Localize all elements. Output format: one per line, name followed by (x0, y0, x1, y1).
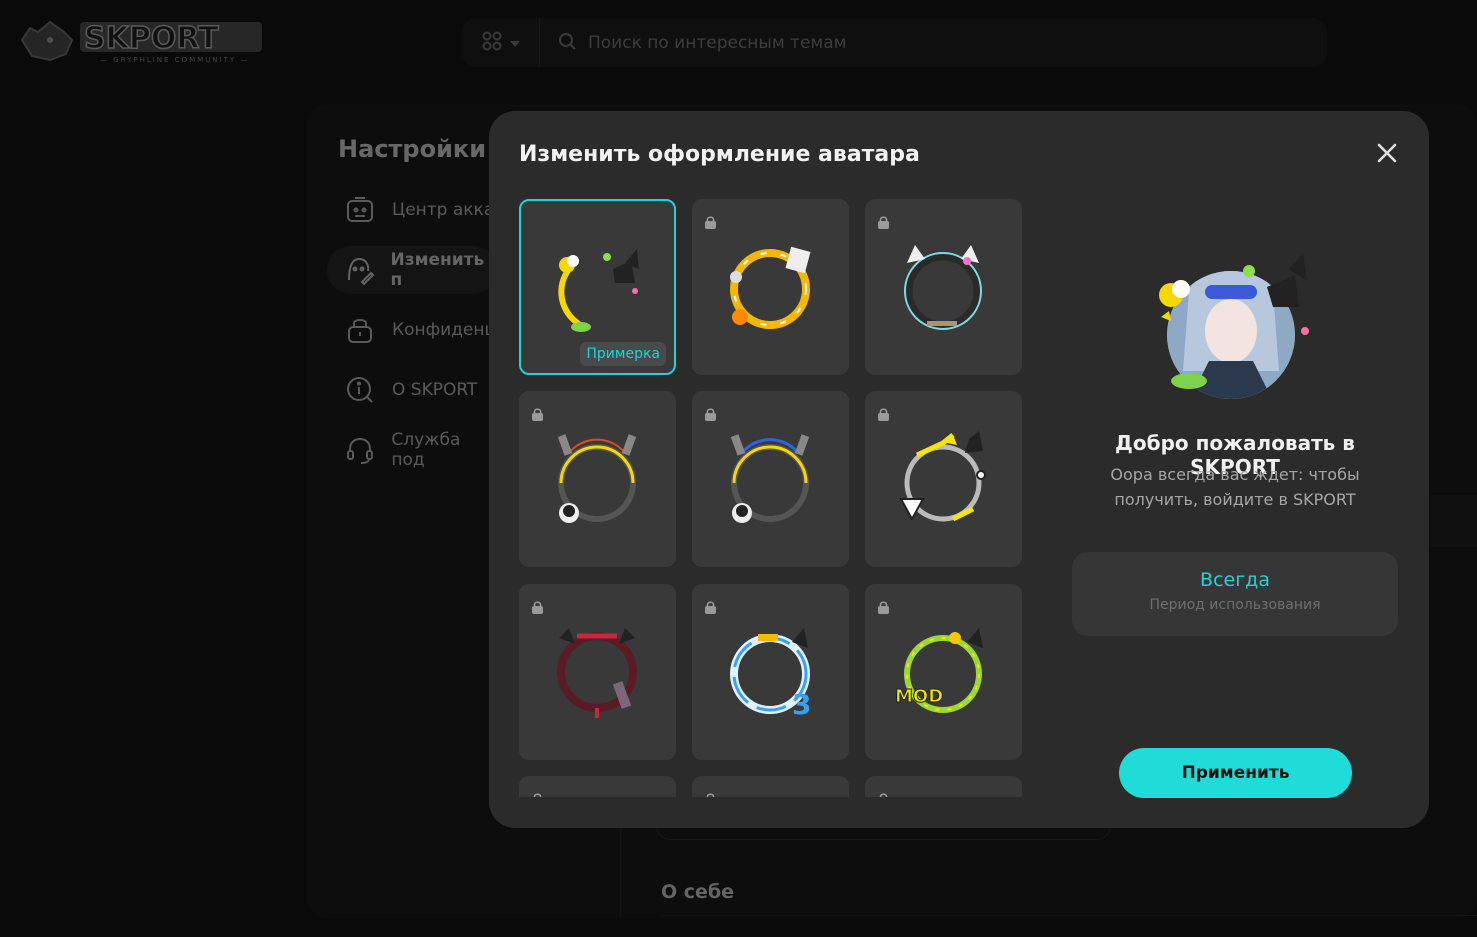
wave-frame-icon: 3 (730, 628, 811, 721)
welcome-text: Оора всегда вас ждет: чтобы получить, во… (1110, 465, 1360, 509)
frame-tile-partial[interactable] (865, 776, 1022, 797)
frame-tile-mod-green[interactable]: MOD (865, 584, 1022, 760)
frame-tile-yellow-mech[interactable] (692, 199, 849, 375)
mod-frame-icon: MOD (895, 628, 983, 713)
lock-icon (532, 601, 543, 614)
lock-icon (705, 601, 716, 614)
lock-icon (705, 408, 716, 421)
period-label: Период использования (1149, 597, 1321, 613)
frame-tile-partial[interactable] (692, 776, 849, 797)
lock-icon (878, 601, 889, 614)
frame-grid: Примерка 3 MOD (519, 199, 1024, 797)
modal-title: Изменить оформление аватара (519, 142, 920, 167)
svg-text:3: 3 (792, 688, 811, 721)
avatar-preview (1159, 253, 1309, 399)
frame-tile-partial[interactable] (519, 776, 676, 797)
frame-tile-sun-cat[interactable]: Примерка (519, 199, 676, 375)
frame-tile-cat-ears[interactable] (865, 199, 1022, 375)
yellow-mech-frame-icon (730, 246, 811, 329)
lock-icon (878, 408, 889, 421)
lock-icon (879, 793, 888, 797)
headphones-blue-frame-icon (730, 434, 810, 523)
frame-tile-red-ribbon[interactable] (519, 584, 676, 760)
lock-icon (705, 216, 716, 229)
close-icon (1377, 143, 1397, 163)
frame-tile-wave-3[interactable]: 3 (692, 584, 849, 760)
lock-icon (706, 793, 715, 797)
avatar-frame-modal: Изменить оформление аватара Примерка 3 M… (489, 111, 1429, 828)
frame-tile-headphones-yellow[interactable] (519, 391, 676, 567)
usage-period-box: Всегда Период использования (1072, 552, 1398, 636)
frame-tile-arrows[interactable] (865, 391, 1022, 567)
close-button[interactable] (1375, 141, 1399, 165)
arrows-frame-icon (899, 431, 986, 522)
apply-button[interactable]: Применить (1119, 748, 1352, 798)
sun-cat-frame-icon (558, 249, 639, 332)
cat-ears-frame-icon (904, 245, 982, 330)
frame-tile-headphones-blue[interactable] (692, 391, 849, 567)
lock-icon (533, 793, 542, 797)
period-value: Всегда (1200, 569, 1270, 591)
svg-text:MOD: MOD (895, 686, 943, 707)
try-on-badge: Примерка (580, 342, 666, 366)
headphones-yellow-frame-icon (557, 434, 637, 523)
lock-icon (878, 216, 889, 229)
red-ribbon-frame-icon (557, 628, 637, 718)
lock-icon (532, 408, 543, 421)
